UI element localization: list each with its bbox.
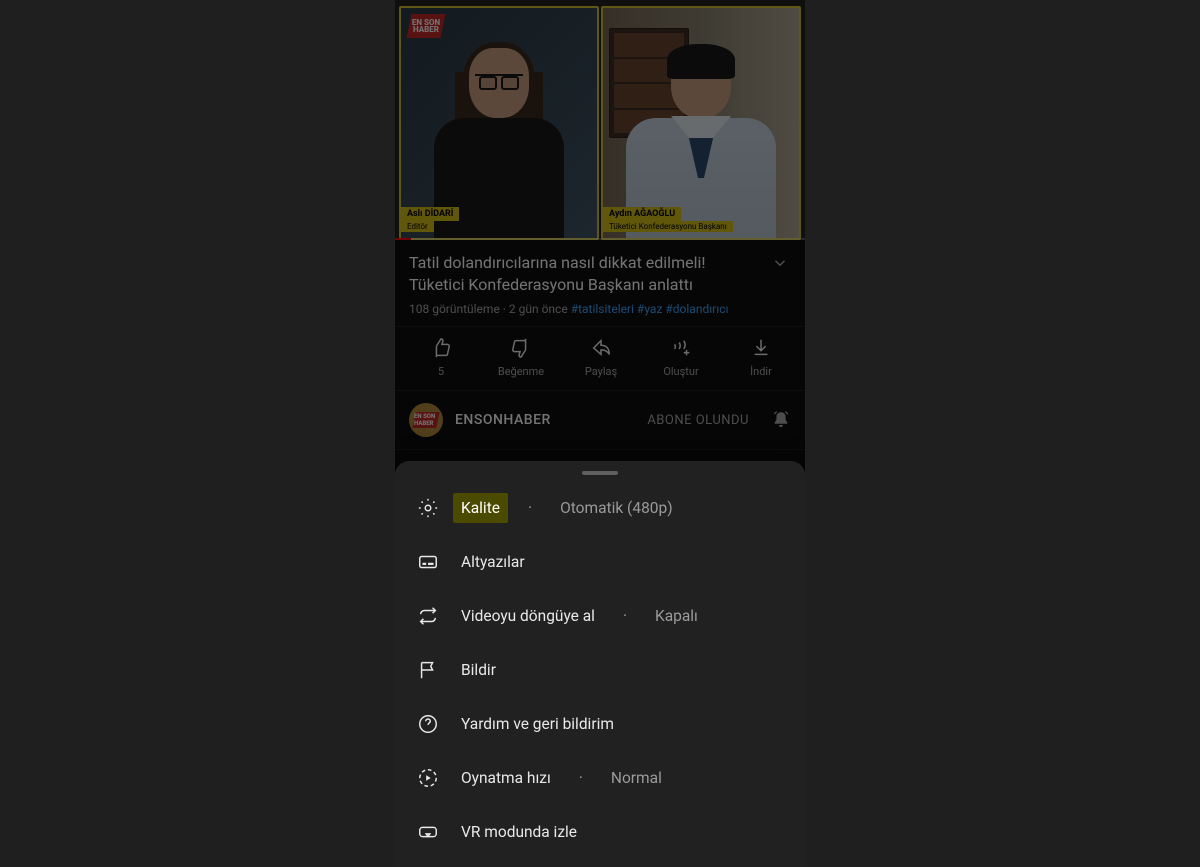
- flag-icon: [417, 659, 439, 681]
- menu-item-quality[interactable]: Kalite Otomatik (480p): [395, 481, 805, 535]
- player-settings-sheet: Kalite Otomatik (480p) Altyazılar Videoy…: [395, 461, 805, 867]
- menu-item-loop[interactable]: Videoyu döngüye al Kapalı: [395, 589, 805, 643]
- loop-icon: [417, 605, 439, 627]
- sheet-drag-handle[interactable]: [582, 471, 618, 475]
- help-icon: [417, 713, 439, 735]
- captions-icon: [417, 551, 439, 573]
- menu-item-help[interactable]: Yardım ve geri bildirim: [395, 697, 805, 751]
- menu-item-speed[interactable]: Oynatma hızı Normal: [395, 751, 805, 805]
- menu-item-vr[interactable]: VR modunda izle: [395, 805, 805, 859]
- menu-item-captions[interactable]: Altyazılar: [395, 535, 805, 589]
- gear-icon: [417, 497, 439, 519]
- phone-frame: EN SON HABER Aslı DİDARİ Editör: [395, 0, 805, 867]
- playback-speed-icon: [417, 767, 439, 789]
- vr-icon: [417, 821, 439, 843]
- menu-item-report[interactable]: Bildir: [395, 643, 805, 697]
